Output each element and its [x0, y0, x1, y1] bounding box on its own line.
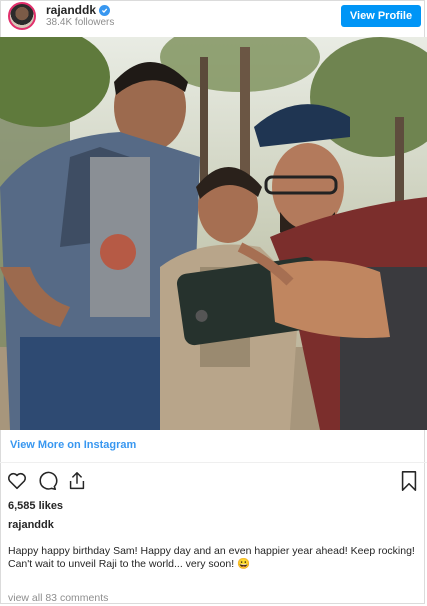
selfie-photo: [0, 37, 427, 430]
username-row: rajanddk: [46, 3, 111, 17]
caption-line: Can't wait to unveil Raji to the world..…: [8, 558, 251, 570]
action-bar: [6, 470, 421, 494]
divider: [0, 462, 427, 463]
heart-icon[interactable]: [6, 470, 28, 497]
view-more-link[interactable]: View More on Instagram: [10, 439, 136, 451]
verified-badge-icon: [99, 4, 111, 16]
post-photo[interactable]: [0, 37, 427, 430]
avatar[interactable]: [8, 2, 36, 30]
view-comments-link[interactable]: view all 83 comments: [8, 592, 108, 604]
caption-text: Happy happy birthday Sam! Happy day and …: [8, 545, 418, 571]
share-icon[interactable]: [66, 470, 88, 497]
post-header: rajanddk 38.4K followers View Profile: [0, 0, 427, 36]
view-profile-button[interactable]: View Profile: [341, 5, 421, 27]
like-count[interactable]: 6,585 likes: [8, 500, 63, 512]
caption-line: Happy happy birthday Sam! Happy day and …: [8, 545, 415, 557]
follower-count: 38.4K followers: [46, 17, 115, 28]
caption-author[interactable]: rajanddk: [8, 519, 54, 531]
username[interactable]: rajanddk: [46, 3, 96, 17]
bookmark-icon[interactable]: [399, 470, 419, 497]
comment-icon[interactable]: [36, 470, 58, 497]
